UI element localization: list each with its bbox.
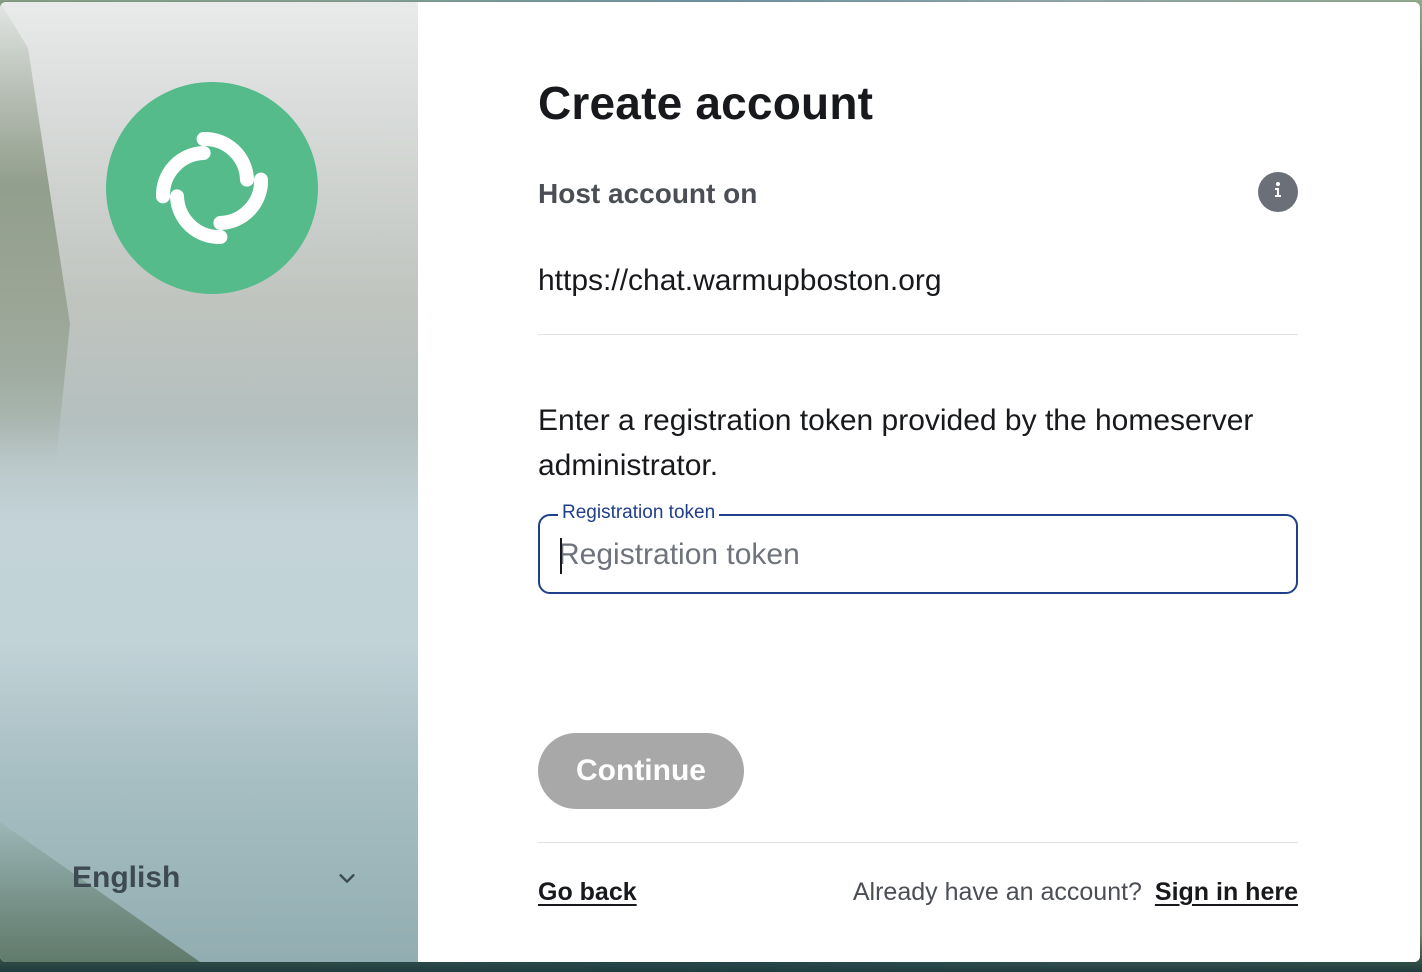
info-icon: [1268, 180, 1288, 205]
host-account-label: Host account on: [538, 178, 758, 209]
registration-token-label: Registration token: [558, 502, 720, 524]
go-back-link[interactable]: Go back: [538, 878, 637, 907]
info-button[interactable]: [1258, 172, 1298, 212]
divider: [538, 842, 1298, 843]
signin-prompt-row: Already have an account? Sign in here: [853, 878, 1298, 907]
branding-panel: English: [0, 2, 418, 962]
signin-prompt-text: Already have an account?: [852, 878, 1142, 906]
continue-button[interactable]: Continue: [538, 733, 744, 809]
registration-form-panel: Create account Host account on https://c…: [418, 2, 1420, 962]
registration-token-input[interactable]: [558, 534, 1278, 576]
divider: [538, 334, 1298, 335]
homeserver-url: https://chat.warmupboston.org: [538, 264, 942, 297]
language-selected-label: English: [72, 861, 181, 894]
page-title: Create account: [538, 77, 874, 129]
chevron-down-icon: [336, 867, 358, 889]
element-logo-icon: [106, 82, 318, 294]
background-mountain-left: [0, 2, 70, 462]
text-cursor: [560, 538, 562, 574]
language-selector[interactable]: English: [72, 858, 358, 898]
registration-token-instructions: Enter a registration token provided by t…: [538, 404, 1254, 482]
auth-dialog: English Create account Host account on h…: [0, 2, 1420, 962]
registration-token-field[interactable]: Registration token: [538, 502, 1298, 594]
sign-in-link[interactable]: Sign in here: [1155, 878, 1298, 906]
